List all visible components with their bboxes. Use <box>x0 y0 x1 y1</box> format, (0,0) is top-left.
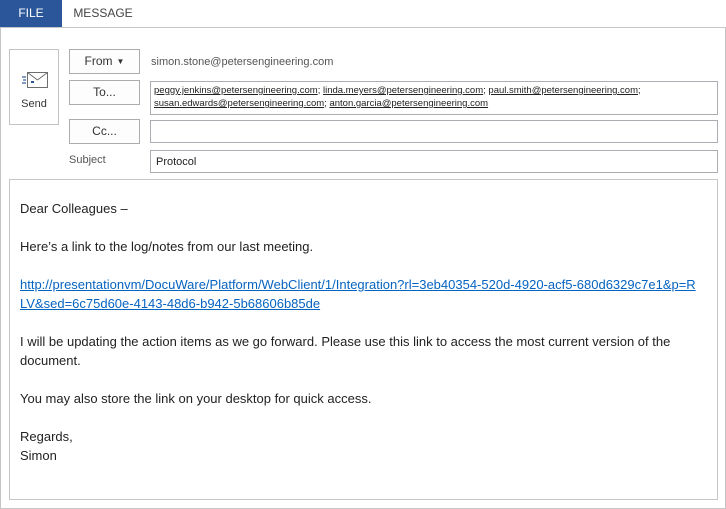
recipient-separator: ; <box>483 85 486 96</box>
recipient-chip[interactable]: linda.meyers@petersengineering.com <box>323 85 483 96</box>
send-label: Send <box>21 98 47 110</box>
subject-value: Protocol <box>156 156 197 168</box>
from-button-label: From <box>84 54 113 68</box>
cc-button[interactable]: Cc... <box>69 119 140 144</box>
signature: Simon <box>20 448 57 463</box>
ribbon: FILE MESSAGE <box>0 0 726 27</box>
to-button[interactable]: To... <box>69 80 140 105</box>
recipient-chip[interactable]: anton.garcia@petersengineering.com <box>329 98 488 109</box>
recipient-separator: ; <box>638 85 641 96</box>
tab-file[interactable]: FILE <box>0 0 62 27</box>
recipient-chip[interactable]: paul.smith@petersengineering.com <box>488 85 638 96</box>
to-field[interactable]: peggy.jenkins@petersengineering.com; lin… <box>150 81 718 115</box>
closing: Regards, <box>20 429 73 444</box>
subject-field[interactable]: Protocol <box>150 150 718 173</box>
body-paragraph: I will be updating the action items as w… <box>20 334 671 368</box>
cc-field[interactable] <box>150 120 718 143</box>
recipient-list: peggy.jenkins@petersengineering.com; lin… <box>154 84 714 110</box>
send-button[interactable]: Send <box>9 49 59 125</box>
document-link[interactable]: http://presentationvm/DocuWare/Platform/… <box>20 277 696 311</box>
recipient-chip[interactable]: susan.edwards@petersengineering.com <box>154 98 324 109</box>
recipient-separator: ; <box>317 85 321 96</box>
recipient-separator: ; <box>324 98 327 109</box>
body-paragraph: Here’s a link to the log/notes from our … <box>20 239 314 254</box>
from-button[interactable]: From ▼ <box>69 49 140 74</box>
subject-label: Subject <box>69 154 106 166</box>
message-body[interactable]: Dear Colleagues – Here’s a link to the l… <box>9 179 718 500</box>
recipient-chip[interactable]: peggy.jenkins@petersengineering.com <box>154 85 318 96</box>
body-paragraph: You may also store the link on your desk… <box>20 391 372 406</box>
from-address: simon.stone@petersengineering.com <box>151 56 334 68</box>
chevron-down-icon: ▼ <box>116 57 125 67</box>
tab-message[interactable]: MESSAGE <box>66 0 140 27</box>
greeting: Dear Colleagues – <box>20 201 128 216</box>
envelope-send-icon <box>22 72 48 88</box>
